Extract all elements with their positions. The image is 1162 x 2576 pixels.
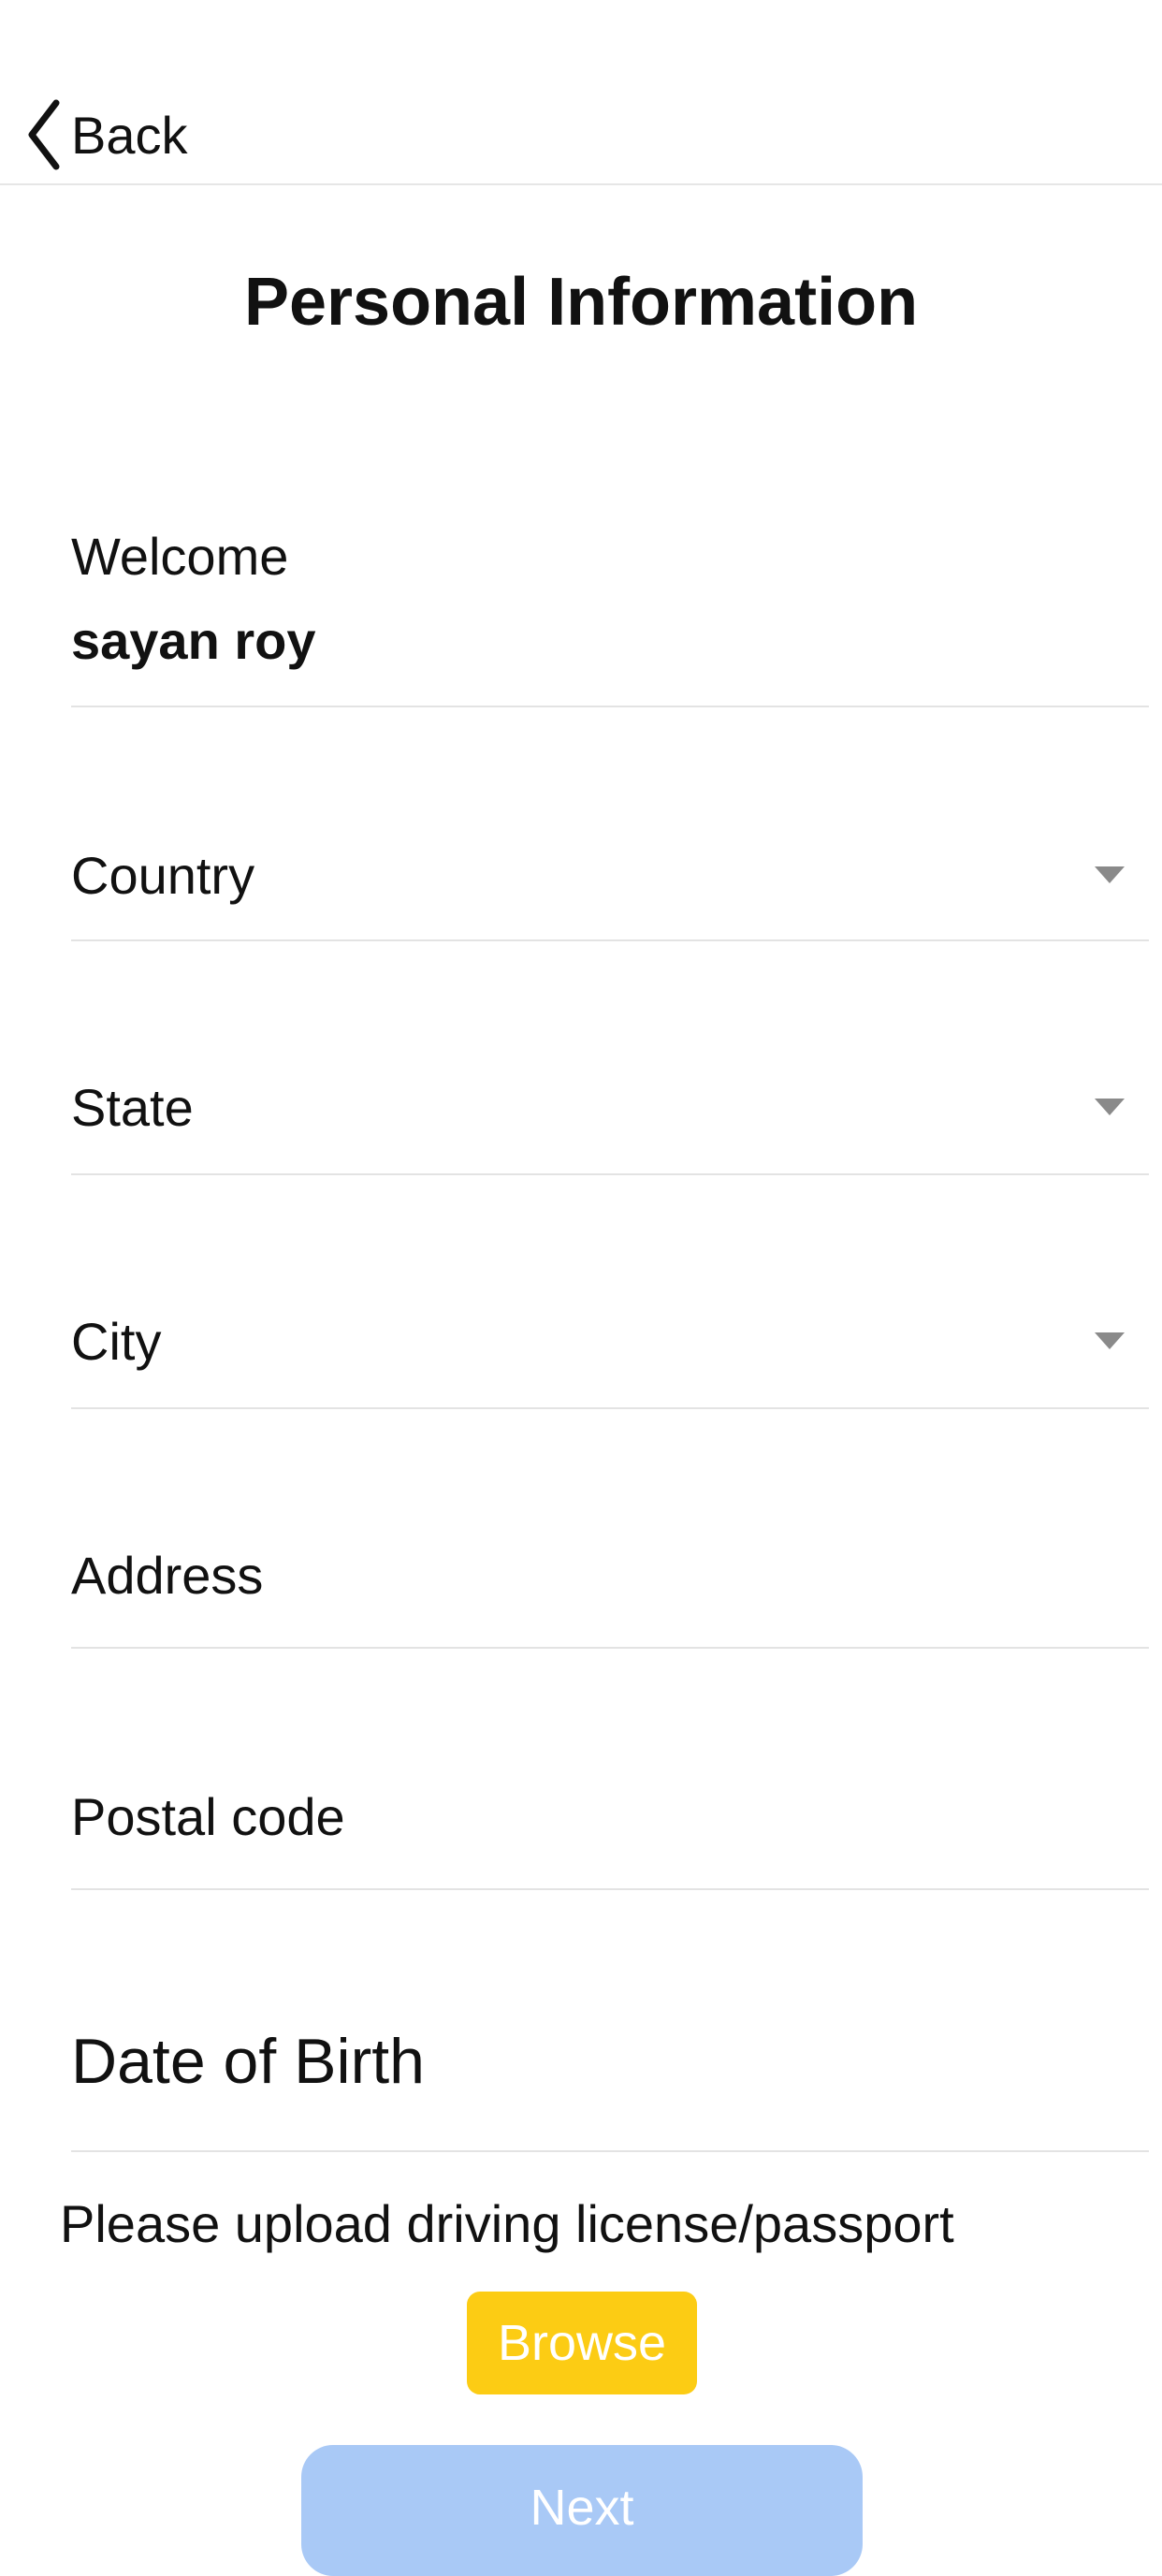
- postal-code-input[interactable]: Postal code: [71, 1774, 1149, 1858]
- postal-code-placeholder: Postal code: [71, 1786, 345, 1846]
- dropdown-arrow-icon: [1095, 1099, 1125, 1115]
- country-dropdown[interactable]: Country: [71, 833, 1149, 917]
- navigation-bar: Back: [0, 0, 1162, 185]
- welcome-label: Welcome: [71, 527, 289, 586]
- page-title: Personal Information: [243, 265, 919, 340]
- upload-instructions: Please upload driving license/passport: [60, 2194, 954, 2253]
- back-label: Back: [71, 105, 188, 165]
- city-label: City: [71, 1311, 162, 1371]
- divider: [71, 1173, 1149, 1175]
- state-dropdown[interactable]: State: [71, 1065, 1149, 1149]
- divider: [71, 1647, 1149, 1649]
- divider: [71, 1407, 1149, 1409]
- back-button[interactable]: Back: [24, 97, 188, 172]
- date-of-birth-picker[interactable]: Date of Birth: [71, 2019, 1149, 2103]
- city-dropdown[interactable]: City: [71, 1299, 1149, 1383]
- dropdown-arrow-icon: [1095, 1332, 1125, 1349]
- address-input[interactable]: Address: [71, 1533, 1149, 1617]
- country-label: Country: [71, 845, 255, 905]
- address-placeholder: Address: [71, 1545, 264, 1605]
- state-label: State: [71, 1077, 194, 1137]
- browse-button[interactable]: Browse: [467, 2292, 697, 2394]
- user-name: sayan roy: [71, 611, 316, 670]
- chevron-left-icon: [24, 97, 62, 172]
- divider: [71, 2150, 1149, 2152]
- next-button[interactable]: Next: [301, 2445, 863, 2576]
- divider: [71, 1888, 1149, 1890]
- date-of-birth-label: Date of Birth: [71, 2026, 425, 2097]
- divider: [71, 939, 1149, 941]
- dropdown-arrow-icon: [1095, 866, 1125, 883]
- divider: [71, 706, 1149, 707]
